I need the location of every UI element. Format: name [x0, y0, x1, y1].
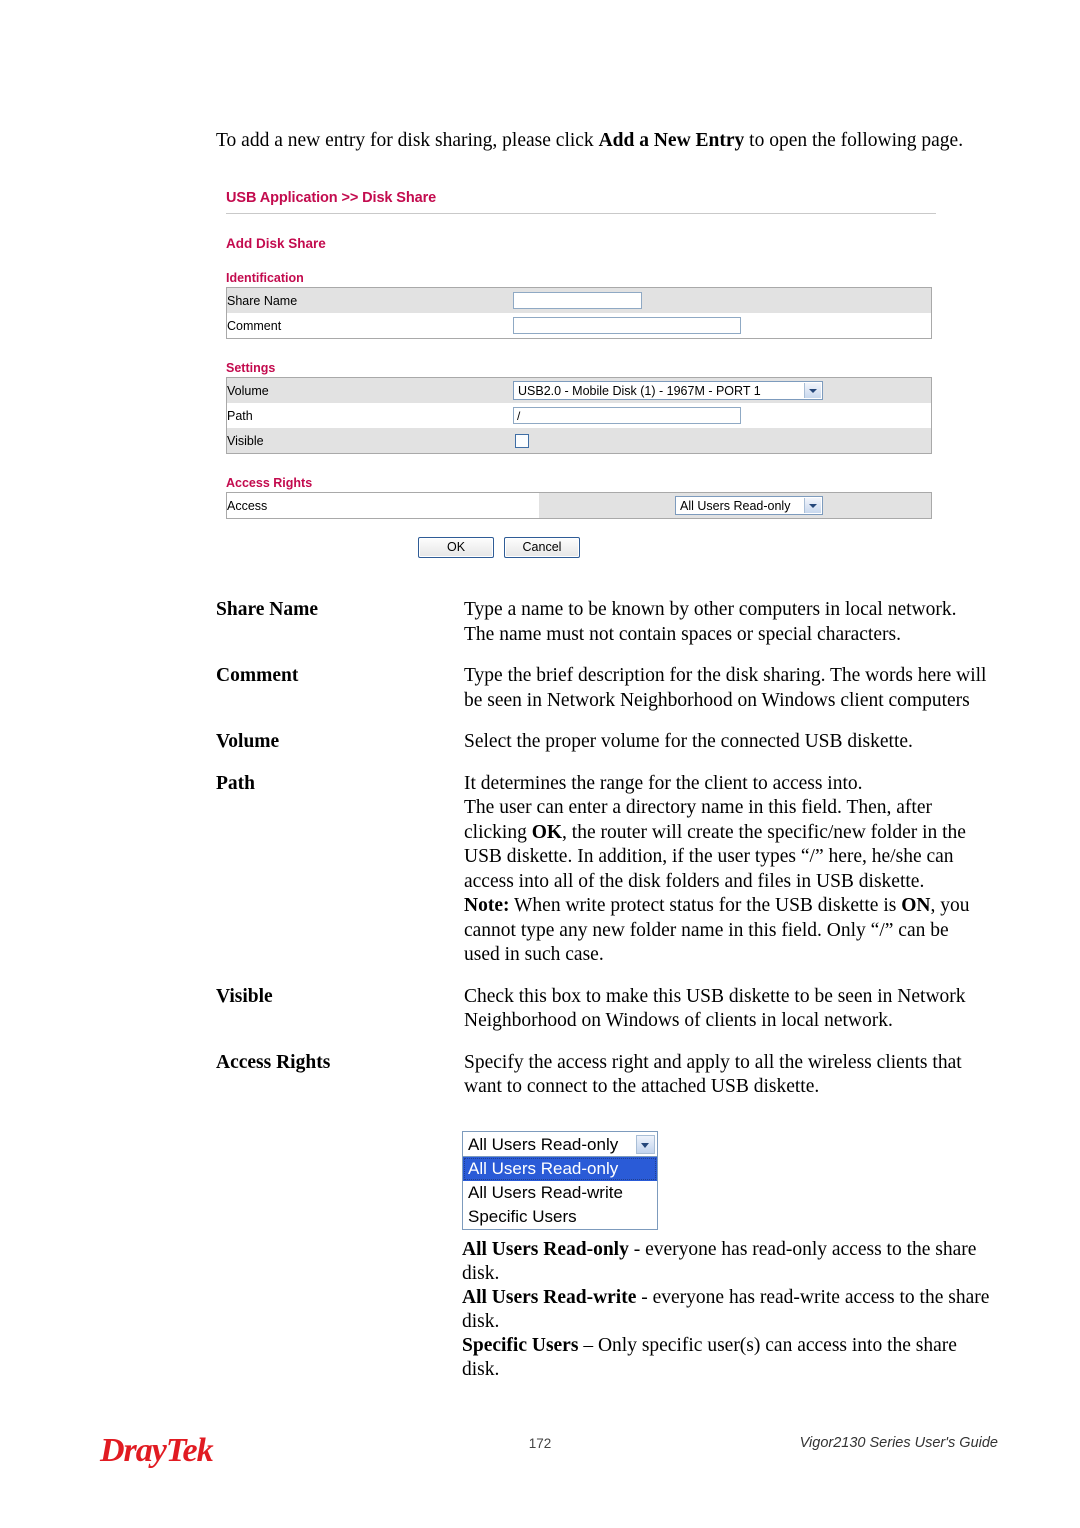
- guide-title: Vigor2130 Series User's Guide: [799, 1435, 998, 1451]
- dropdown-option-specific-users[interactable]: Specific Users: [463, 1205, 657, 1229]
- field-cell-share-name: [513, 287, 932, 313]
- definition-row-access-rights: Access Rights Specify the access right a…: [216, 1051, 988, 1100]
- table-row-path: Path /: [226, 403, 932, 428]
- table-row-access: Access All Users Read-only: [226, 492, 932, 519]
- dropdown-option-all-users-read-only[interactable]: All Users Read-only: [463, 1157, 657, 1181]
- definition-row-visible: Visible Check this box to make this USB …: [216, 985, 988, 1034]
- access-rights-dropdown-illustration: All Users Read-only All Users Read-only …: [462, 1131, 662, 1230]
- section-label-access-rights: Access Rights: [226, 476, 313, 490]
- field-description-list: Share Name Type a name to be known by ot…: [216, 598, 988, 1117]
- definition-row-comment: Comment Type the brief description for t…: [216, 664, 988, 713]
- dropdown-option-list: All Users Read-only All Users Read-write…: [462, 1157, 658, 1230]
- path-input[interactable]: /: [513, 407, 741, 424]
- access-rights-notes: All Users Read-only - everyone has read-…: [462, 1238, 992, 1382]
- field-label-share-name: Share Name: [226, 287, 513, 313]
- identification-table: Share Name Comment: [226, 287, 932, 339]
- table-row-share-name: Share Name: [226, 287, 932, 313]
- access-note-sep: -: [628, 1239, 646, 1260]
- definition-row-path: Path It determines the range for the cli…: [216, 772, 988, 968]
- access-select-value: All Users Read-only: [680, 499, 791, 513]
- definition-term: Share Name: [216, 599, 319, 620]
- field-cell-visible: [513, 428, 932, 454]
- definition-description: Type the brief description for the disk …: [464, 665, 987, 711]
- definition-description: Check this box to make this USB diskette…: [464, 985, 966, 1032]
- field-label-visible: Visible: [226, 428, 513, 454]
- volume-select-value: USB2.0 - Mobile Disk (1) - 1967M - PORT …: [518, 384, 761, 398]
- definition-description: Type a name to be known by other compute…: [464, 599, 957, 645]
- page-title: Add Disk Share: [226, 236, 326, 251]
- access-note-term: Specific Users: [462, 1335, 579, 1356]
- dropdown-selected-value-box[interactable]: All Users Read-only: [462, 1131, 658, 1157]
- access-note-term: All Users Read-write: [462, 1287, 637, 1308]
- definition-description: It determines the range for the client t…: [464, 772, 988, 968]
- field-label-comment: Comment: [226, 313, 513, 339]
- intro-paragraph: To add a new entry for disk sharing, ple…: [216, 128, 976, 153]
- definition-term: Access Rights: [216, 1051, 331, 1073]
- form-button-row: OK Cancel: [226, 537, 936, 558]
- header-divider: [226, 213, 936, 214]
- field-label-path: Path: [226, 403, 513, 428]
- access-note-read-write: All Users Read-write - everyone has read…: [462, 1286, 992, 1334]
- table-row-visible: Visible: [226, 428, 932, 454]
- definition-row-share-name: Share Name Type a name to be known by ot…: [216, 598, 988, 647]
- dropdown-option-all-users-read-write[interactable]: All Users Read-write: [463, 1181, 657, 1205]
- table-row-comment: Comment: [226, 313, 932, 339]
- visible-checkbox[interactable]: [515, 433, 529, 448]
- breadcrumb: USB Application >> Disk Share: [226, 190, 437, 206]
- intro-emphasis: Add a New Entry: [598, 130, 745, 151]
- path-note-label: Note:: [464, 895, 510, 916]
- intro-text-after: to open the following page.: [744, 130, 964, 151]
- chevron-down-icon[interactable]: [804, 498, 821, 513]
- definition-term: Volume: [216, 731, 280, 752]
- definition-term: Visible: [216, 985, 273, 1007]
- volume-select[interactable]: USB2.0 - Mobile Disk (1) - 1967M - PORT …: [513, 381, 823, 400]
- chevron-down-icon[interactable]: [636, 1135, 655, 1154]
- access-note-read-only: All Users Read-only - everyone has read-…: [462, 1238, 992, 1286]
- intro-text-before: To add a new entry for disk sharing, ple…: [216, 130, 599, 151]
- definition-term: Comment: [216, 665, 299, 686]
- access-note-sep: –: [578, 1335, 598, 1356]
- access-note-specific-users: Specific Users – Only specific user(s) c…: [462, 1334, 992, 1382]
- path-desc-ok: OK: [531, 821, 563, 843]
- field-cell-comment: [513, 313, 932, 339]
- cancel-button[interactable]: Cancel: [504, 537, 580, 558]
- access-rights-table: Access All Users Read-only: [226, 492, 932, 519]
- definition-row-volume: Volume Select the proper volume for the …: [216, 730, 988, 755]
- access-note-sep: -: [636, 1287, 653, 1308]
- path-desc-line1: It determines the range for the client t…: [464, 772, 863, 794]
- field-cell-volume: USB2.0 - Mobile Disk (1) - 1967M - PORT …: [513, 377, 932, 403]
- chevron-down-icon[interactable]: [804, 383, 821, 398]
- ok-button[interactable]: OK: [418, 537, 494, 558]
- section-label-identification: Identification: [226, 271, 304, 285]
- path-note-on: ON: [901, 895, 931, 916]
- table-row-volume: Volume USB2.0 - Mobile Disk (1) - 1967M …: [226, 377, 932, 403]
- definition-description: Select the proper volume for the connect…: [464, 731, 913, 752]
- field-label-access: Access: [226, 492, 513, 519]
- share-name-input[interactable]: [513, 292, 642, 309]
- dropdown-selected-value: All Users Read-only: [468, 1135, 619, 1154]
- router-ui-screenshot: USB Application >> Disk Share Add Disk S…: [226, 190, 936, 558]
- field-label-volume: Volume: [226, 377, 513, 403]
- section-label-settings: Settings: [226, 361, 276, 375]
- definition-description: Specify the access right and apply to al…: [464, 1051, 962, 1098]
- field-cell-path: /: [513, 403, 932, 428]
- access-select[interactable]: All Users Read-only: [675, 496, 823, 515]
- settings-table: Volume USB2.0 - Mobile Disk (1) - 1967M …: [226, 377, 932, 454]
- path-note-a: When write protect status for the USB di…: [509, 895, 902, 916]
- comment-input[interactable]: [513, 317, 741, 334]
- field-cell-access: All Users Read-only: [513, 492, 932, 519]
- definition-term: Path: [216, 772, 255, 794]
- access-note-term: All Users Read-only: [462, 1239, 629, 1260]
